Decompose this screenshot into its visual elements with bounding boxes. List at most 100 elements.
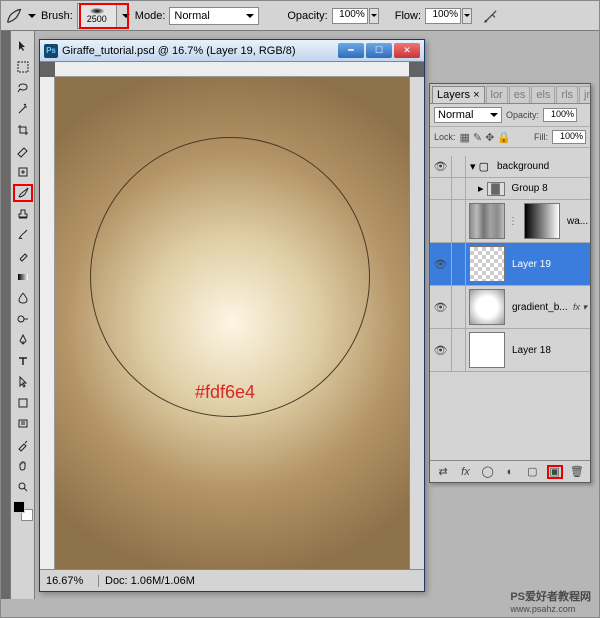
layer-thumb[interactable] [469, 246, 505, 282]
layer-row-gradient[interactable]: 👁 gradient_b... fx ▾ [430, 286, 590, 329]
slice-tool[interactable] [13, 142, 33, 160]
lock-pixels-icon[interactable]: ✎ [473, 131, 482, 144]
layer-opacity-value[interactable]: 100% [543, 108, 577, 122]
opacity-value[interactable]: 100% [332, 8, 368, 24]
lock-transparent-icon[interactable]: ▦ [460, 131, 470, 144]
document-window: Ps Giraffe_tutorial.psd @ 16.7% (Layer 1… [39, 39, 425, 592]
blend-mode-value: Normal [174, 10, 209, 22]
layer-thumb[interactable] [469, 203, 505, 239]
layer-blend-select[interactable]: Normal [434, 107, 502, 123]
move-tool[interactable] [13, 37, 33, 55]
blur-tool[interactable] [13, 289, 33, 307]
maximize-button[interactable]: ☐ [366, 43, 392, 58]
visibility-icon[interactable]: 👁 [430, 156, 452, 177]
tab-2[interactable]: lor [486, 86, 508, 103]
canvas[interactable]: #fdf6e4 [55, 77, 409, 569]
watermark: PS爱好者教程网 www.psahz.com [510, 588, 591, 614]
wand-tool[interactable] [13, 100, 33, 118]
lasso-tool[interactable] [13, 79, 33, 97]
lock-all-icon[interactable]: 🔒 [497, 131, 511, 144]
panel-bottom-bar: ⇄ fx ◯ ◐ ▢ ▣ 🗑 [430, 460, 590, 482]
tab-4[interactable]: els [531, 86, 555, 103]
airbrush-icon[interactable] [482, 7, 500, 25]
close-button[interactable]: ✕ [394, 43, 420, 58]
layer-row-layer18[interactable]: 👁 Layer 18 [430, 329, 590, 372]
dodge-tool[interactable] [13, 310, 33, 328]
fill-value[interactable]: 100% [552, 130, 586, 144]
fx-icon[interactable]: fx [457, 465, 473, 479]
layer-name[interactable]: background [493, 161, 590, 172]
brush-tool[interactable] [13, 184, 33, 202]
visibility-icon[interactable]: 👁 [430, 329, 452, 371]
brush-cursor-circle [90, 137, 370, 417]
dock-strip [1, 31, 11, 599]
new-layer-icon[interactable]: ▣ [547, 465, 563, 479]
visibility-icon[interactable]: 👁 [430, 243, 452, 285]
foreground-color[interactable] [13, 501, 25, 513]
tab-5[interactable]: rls [556, 86, 578, 103]
tool-preset-icon[interactable] [5, 7, 23, 25]
brush-label: Brush: [41, 10, 73, 22]
minimize-button[interactable]: ━ [338, 43, 364, 58]
layer-row-bg[interactable]: 👁 ▾ ▢ background [430, 156, 590, 178]
zoom-value[interactable]: 16.67% [40, 575, 98, 587]
adjustment-icon[interactable]: ◐ [502, 465, 518, 479]
layer-thumb[interactable] [469, 289, 505, 325]
ruler-vertical[interactable] [40, 77, 55, 569]
tab-layers[interactable]: Layers × [432, 86, 485, 103]
tool-preset-dropdown[interactable] [27, 11, 37, 21]
mask-link-icon[interactable]: ⋮ [508, 216, 521, 227]
visibility-icon[interactable]: 👁 [430, 286, 452, 328]
scrollbar-vertical[interactable] [409, 77, 424, 569]
gradient-tool[interactable] [13, 268, 33, 286]
stamp-tool[interactable] [13, 205, 33, 223]
eyedropper-tool[interactable] [13, 436, 33, 454]
eraser-tool[interactable] [13, 247, 33, 265]
visibility-icon[interactable] [430, 178, 452, 199]
layer-row-layer19[interactable]: 👁 Layer 19 [430, 243, 590, 286]
crop-tool[interactable] [13, 121, 33, 139]
zoom-tool[interactable] [13, 478, 33, 496]
flow-control[interactable]: 100% [425, 8, 472, 24]
layer-row-wa[interactable]: ⋮ wa... [430, 200, 590, 243]
fx-badge[interactable]: fx ▾ [573, 302, 590, 313]
group-icon[interactable]: ▢ [524, 465, 540, 479]
layer-name[interactable]: Group 8 [508, 183, 590, 194]
history-brush-tool[interactable] [13, 226, 33, 244]
visibility-icon[interactable] [430, 200, 452, 242]
shape-tool[interactable] [13, 394, 33, 412]
color-swatches[interactable] [13, 501, 33, 521]
title-bar[interactable]: Ps Giraffe_tutorial.psd @ 16.7% (Layer 1… [40, 40, 424, 62]
type-tool[interactable] [13, 352, 33, 370]
blend-mode-select[interactable]: Normal [169, 7, 259, 25]
hand-tool[interactable] [13, 457, 33, 475]
marquee-tool[interactable] [13, 58, 33, 76]
link-layers-icon[interactable]: ⇄ [435, 465, 451, 479]
layer-thumb[interactable] [469, 332, 505, 368]
layer-name[interactable]: gradient_b... [508, 302, 573, 313]
layer-name[interactable]: wa... [563, 216, 590, 227]
tab-6[interactable]: jns [579, 86, 590, 103]
healing-tool[interactable] [13, 163, 33, 181]
lock-position-icon[interactable]: ✥ [485, 131, 494, 144]
layer-name[interactable]: Layer 19 [508, 259, 590, 270]
pen-tool[interactable] [13, 331, 33, 349]
folder-icon: ▇ [487, 182, 505, 196]
tab-3[interactable]: es [509, 86, 531, 103]
ruler-horizontal[interactable] [55, 62, 409, 77]
lock-row: Lock: ▦ ✎ ✥ 🔒 Fill: 100% [430, 127, 590, 148]
canvas-area[interactable]: #fdf6e4 [55, 77, 409, 569]
path-select-tool[interactable] [13, 373, 33, 391]
layer-name[interactable]: Layer 18 [508, 345, 590, 356]
document-title: Giraffe_tutorial.psd @ 16.7% (Layer 19, … [62, 45, 334, 57]
flow-dropdown[interactable] [462, 8, 472, 24]
opacity-dropdown[interactable] [369, 8, 379, 24]
trash-icon[interactable]: 🗑 [569, 465, 585, 479]
layer-row-group[interactable]: ▸ ▇ Group 8 [430, 178, 590, 200]
flow-value[interactable]: 100% [425, 8, 461, 24]
mask-icon[interactable]: ◯ [480, 465, 496, 479]
mask-thumb[interactable] [524, 203, 560, 239]
doc-size-value[interactable]: Doc: 1.06M/1.06M [98, 575, 195, 587]
notes-tool[interactable] [13, 415, 33, 433]
opacity-control[interactable]: 100% [332, 8, 379, 24]
